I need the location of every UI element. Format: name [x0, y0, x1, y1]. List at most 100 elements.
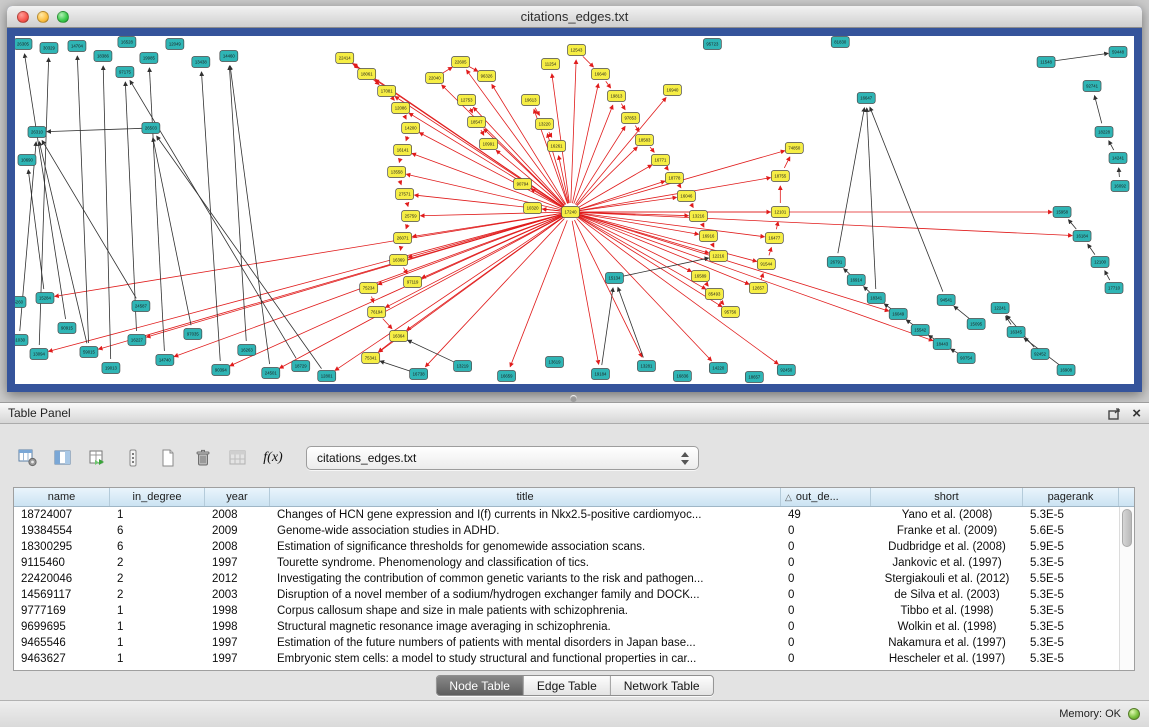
- graph-edge[interactable]: [157, 136, 322, 369]
- graph-node[interactable]: 13438: [192, 57, 210, 68]
- graph-edge[interactable]: [691, 204, 693, 208]
- graph-edge[interactable]: [1088, 244, 1095, 254]
- graph-node[interactable]: 17081: [378, 86, 396, 97]
- graph-node[interactable]: 19184: [591, 369, 609, 380]
- graph-edge[interactable]: [577, 147, 637, 206]
- graph-node[interactable]: 14740: [156, 355, 174, 366]
- graph-node[interactable]: 16227: [128, 335, 146, 346]
- graph-node[interactable]: 59015: [80, 347, 98, 358]
- graph-node[interactable]: 97853: [621, 113, 639, 124]
- column-header-pagerank[interactable]: pagerank: [1023, 488, 1119, 506]
- graph-edge[interactable]: [761, 273, 763, 279]
- tab-node-table[interactable]: Node Table: [436, 676, 524, 695]
- graph-edge[interactable]: [776, 222, 778, 229]
- graph-edge[interactable]: [906, 320, 913, 325]
- graph-node[interactable]: 16640: [591, 69, 609, 80]
- graph-node[interactable]: 15284: [36, 293, 54, 304]
- graph-node[interactable]: 19985: [140, 53, 158, 64]
- graph-node[interactable]: 16647: [857, 93, 875, 104]
- graph-node[interactable]: 13619: [546, 357, 564, 368]
- graph-node[interactable]: 18729: [292, 361, 310, 372]
- scrollbar-thumb[interactable]: [1122, 509, 1132, 547]
- graph-edge[interactable]: [146, 215, 561, 338]
- graph-node[interactable]: 13094: [30, 349, 48, 360]
- column-header-year[interactable]: year: [205, 488, 270, 506]
- float-panel-icon[interactable]: [1108, 408, 1121, 420]
- new-document-button[interactable]: [154, 445, 182, 471]
- delete-button[interactable]: [189, 445, 217, 471]
- table-row[interactable]: 1456911722003Disruption of a novel membe…: [14, 587, 1119, 603]
- graph-node[interactable]: 26071: [394, 233, 412, 244]
- graph-node[interactable]: 19013: [102, 363, 120, 374]
- graph-edge[interactable]: [386, 216, 563, 307]
- vertical-scrollbar[interactable]: [1119, 507, 1134, 670]
- graph-edge[interactable]: [618, 287, 643, 357]
- network-canvas[interactable]: 1724022414180611708112086142001614113558…: [15, 36, 1134, 384]
- network-graph[interactable]: 1724022414180611708112086142001614113558…: [15, 36, 1134, 384]
- table-row[interactable]: 946554611997Estimation of the future num…: [14, 635, 1119, 651]
- graph-node[interactable]: 16836: [673, 371, 691, 382]
- graph-edge[interactable]: [578, 217, 778, 364]
- graph-node[interactable]: 92452: [1031, 349, 1049, 360]
- graph-node[interactable]: 16049: [889, 309, 907, 320]
- graph-edge[interactable]: [230, 66, 269, 364]
- graph-edge[interactable]: [379, 342, 392, 352]
- graph-edge[interactable]: [621, 104, 625, 110]
- column-header-in-degree[interactable]: in_degree: [110, 488, 205, 506]
- graph-node[interactable]: 22040: [426, 73, 444, 84]
- graph-node[interactable]: 16528: [118, 37, 136, 48]
- graph-node[interactable]: 24501: [262, 368, 280, 379]
- graph-node[interactable]: 18443: [933, 339, 951, 350]
- graph-node[interactable]: 22605: [452, 57, 470, 68]
- graph-node[interactable]: 31030: [15, 335, 28, 346]
- graph-edge[interactable]: [125, 82, 136, 331]
- table-mode-button[interactable]: [14, 445, 42, 471]
- splitter-handle[interactable]: [570, 395, 577, 402]
- graph-node[interactable]: 90794: [514, 179, 532, 190]
- graph-edge[interactable]: [380, 361, 410, 371]
- function-builder-button[interactable]: f(x): [259, 445, 287, 471]
- graph-node[interactable]: 12753: [458, 95, 476, 106]
- graph-edge[interactable]: [42, 141, 136, 299]
- graph-node[interactable]: 16940: [663, 85, 681, 96]
- graph-node[interactable]: 74850: [785, 143, 803, 154]
- graph-node[interactable]: 26791: [827, 257, 845, 268]
- graph-node[interactable]: 26305: [15, 39, 32, 50]
- graph-edge[interactable]: [867, 108, 876, 289]
- graph-edge[interactable]: [575, 126, 625, 204]
- graph-node[interactable]: 18755: [771, 171, 789, 182]
- graph-node[interactable]: 10320: [524, 203, 542, 214]
- graph-node[interactable]: 13558: [388, 167, 406, 178]
- graph-edge[interactable]: [442, 67, 452, 73]
- graph-edge[interactable]: [470, 108, 472, 113]
- graph-node[interactable]: 14200: [402, 123, 420, 134]
- graph-edge[interactable]: [579, 215, 933, 341]
- graph-node[interactable]: 90754: [957, 353, 975, 364]
- graph-node[interactable]: 13281: [637, 361, 655, 372]
- column-header-short[interactable]: short: [871, 488, 1023, 506]
- graph-node[interactable]: 96326: [478, 71, 496, 82]
- graph-node[interactable]: 75234: [360, 283, 378, 294]
- graph-node[interactable]: 18386: [94, 51, 112, 62]
- graph-edge[interactable]: [635, 126, 639, 132]
- close-window-button[interactable]: [17, 11, 29, 23]
- table-row[interactable]: 1872400712008Changes of HCN gene express…: [14, 507, 1119, 523]
- graph-edge[interactable]: [954, 306, 969, 318]
- zoom-window-button[interactable]: [57, 11, 69, 23]
- graph-edge[interactable]: [1109, 141, 1114, 150]
- graph-edge[interactable]: [712, 244, 714, 247]
- graph-edge[interactable]: [679, 185, 680, 187]
- graph-edge[interactable]: [39, 142, 87, 344]
- graph-edge[interactable]: [576, 98, 666, 205]
- graph-edge[interactable]: [706, 283, 708, 286]
- graph-node[interactable]: 13216: [689, 211, 707, 222]
- window-titlebar[interactable]: citations_edges.txt: [7, 6, 1142, 28]
- graph-node[interactable]: 16263: [238, 345, 256, 356]
- graph-node[interactable]: 26310: [28, 127, 46, 138]
- graph-node[interactable]: 14241: [1109, 153, 1127, 164]
- graph-node[interactable]: 12543: [568, 45, 586, 56]
- graph-edge[interactable]: [77, 56, 88, 343]
- graph-node[interactable]: 15095: [967, 319, 985, 330]
- graph-edge[interactable]: [469, 66, 478, 71]
- graph-node[interactable]: 18583: [635, 135, 653, 146]
